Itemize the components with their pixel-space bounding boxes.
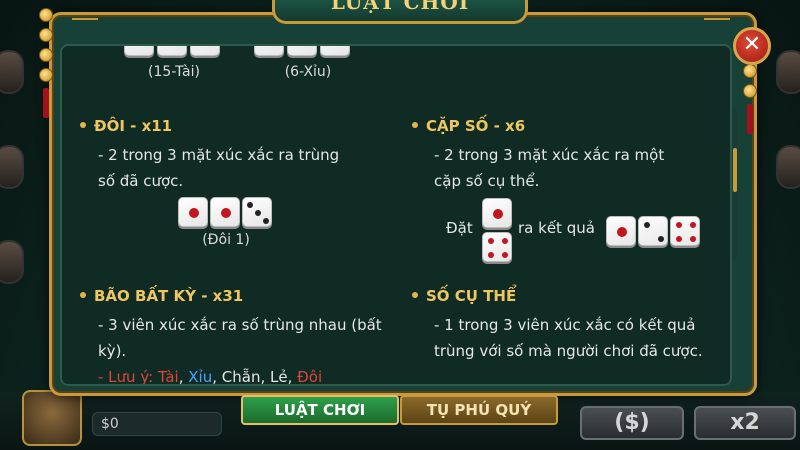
double-bet-button[interactable]: x2 — [694, 406, 796, 440]
bullet-icon — [412, 121, 418, 128]
section-text: - 2 trong 3 mặt xúc xắc ra trùng — [98, 146, 340, 164]
player-balance: $0 — [92, 412, 222, 436]
bet-label: Đặt — [446, 219, 473, 237]
rules-content-panel[interactable]: (15-Tài) (6-Xỉu) ĐÔI - x11 - 2 trong 3 m… — [60, 44, 732, 386]
side-player-avatar — [0, 240, 24, 284]
tai-example-caption: (15-Tài) — [148, 64, 200, 80]
section-heading: SỐ CỤ THỂ — [412, 287, 516, 305]
side-player-avatar — [0, 50, 24, 94]
die-face — [190, 46, 220, 56]
tassel-icon — [747, 104, 753, 134]
scrollbar-thumb[interactable] — [733, 148, 737, 192]
tab-luat-choi[interactable]: LUẬT CHƠI — [241, 395, 399, 425]
side-player-avatar — [776, 50, 800, 94]
section-text: cặp số cụ thể. — [434, 172, 540, 190]
section-text: - 1 trong 3 viên xúc xắc có kết quả — [434, 316, 696, 334]
side-player-avatar — [0, 145, 24, 189]
decorative-coin-chain-right — [742, 64, 758, 134]
die-face — [157, 46, 187, 56]
close-button[interactable]: ✕ — [733, 27, 771, 65]
coin-icon — [39, 8, 53, 22]
die-face — [287, 46, 317, 56]
xiu-example-caption: (6-Xỉu) — [284, 64, 332, 80]
currency-button[interactable]: ($) — [580, 406, 684, 440]
coin-icon — [743, 84, 757, 98]
coin-icon — [39, 48, 53, 62]
coin-icon — [39, 68, 53, 82]
doi-example-caption: (Đôi 1) — [202, 232, 250, 248]
section-heading: BÃO BẤT KỲ - x31 — [80, 287, 243, 305]
die-face-one — [210, 197, 240, 227]
die-face-four — [482, 232, 512, 262]
decorative-coin-chain-left — [38, 8, 54, 118]
tab-tu-phu-quy[interactable]: TỤ PHÚ QUÝ — [400, 395, 558, 425]
die-face — [124, 46, 154, 56]
die-face — [254, 46, 284, 56]
bullet-icon — [412, 291, 418, 298]
corner-ornament — [72, 18, 98, 32]
die-face-four — [670, 216, 700, 246]
section-note: - Lưu ý: Tài, Xỉu, Chẵn, Lẻ, Đôi — [98, 368, 323, 386]
section-text: - 3 viên xúc xắc ra số trùng nhau (bất — [98, 316, 382, 334]
coin-icon — [743, 64, 757, 78]
bullet-icon — [80, 291, 86, 298]
section-text: - 2 trong 3 mặt xúc xắc ra một — [434, 146, 665, 164]
corner-ornament — [704, 18, 730, 32]
dialog-title: LUẬT CHƠI — [330, 0, 470, 14]
tassel-icon — [43, 88, 49, 118]
coin-icon — [39, 28, 53, 42]
section-text: kỳ). — [98, 342, 127, 360]
side-player-avatar — [776, 145, 800, 189]
die-face-one — [178, 197, 208, 227]
die-face-three — [242, 197, 272, 227]
die-face-one — [482, 198, 512, 228]
section-heading: CẶP SỐ - x6 — [412, 117, 525, 135]
player-avatar[interactable] — [22, 390, 82, 446]
dialog-header-plate: LUẬT CHƠI — [272, 0, 528, 24]
section-text: trùng với số mà người chơi đã cược. — [434, 342, 703, 360]
section-text: số đã cược. — [98, 172, 184, 190]
result-label: ra kết quả — [518, 219, 595, 237]
bullet-icon — [80, 121, 86, 128]
die-face-one — [606, 216, 636, 246]
die-face — [320, 46, 350, 56]
die-face-two — [638, 216, 668, 246]
close-icon: ✕ — [742, 32, 762, 57]
section-heading: ĐÔI - x11 — [80, 117, 172, 135]
